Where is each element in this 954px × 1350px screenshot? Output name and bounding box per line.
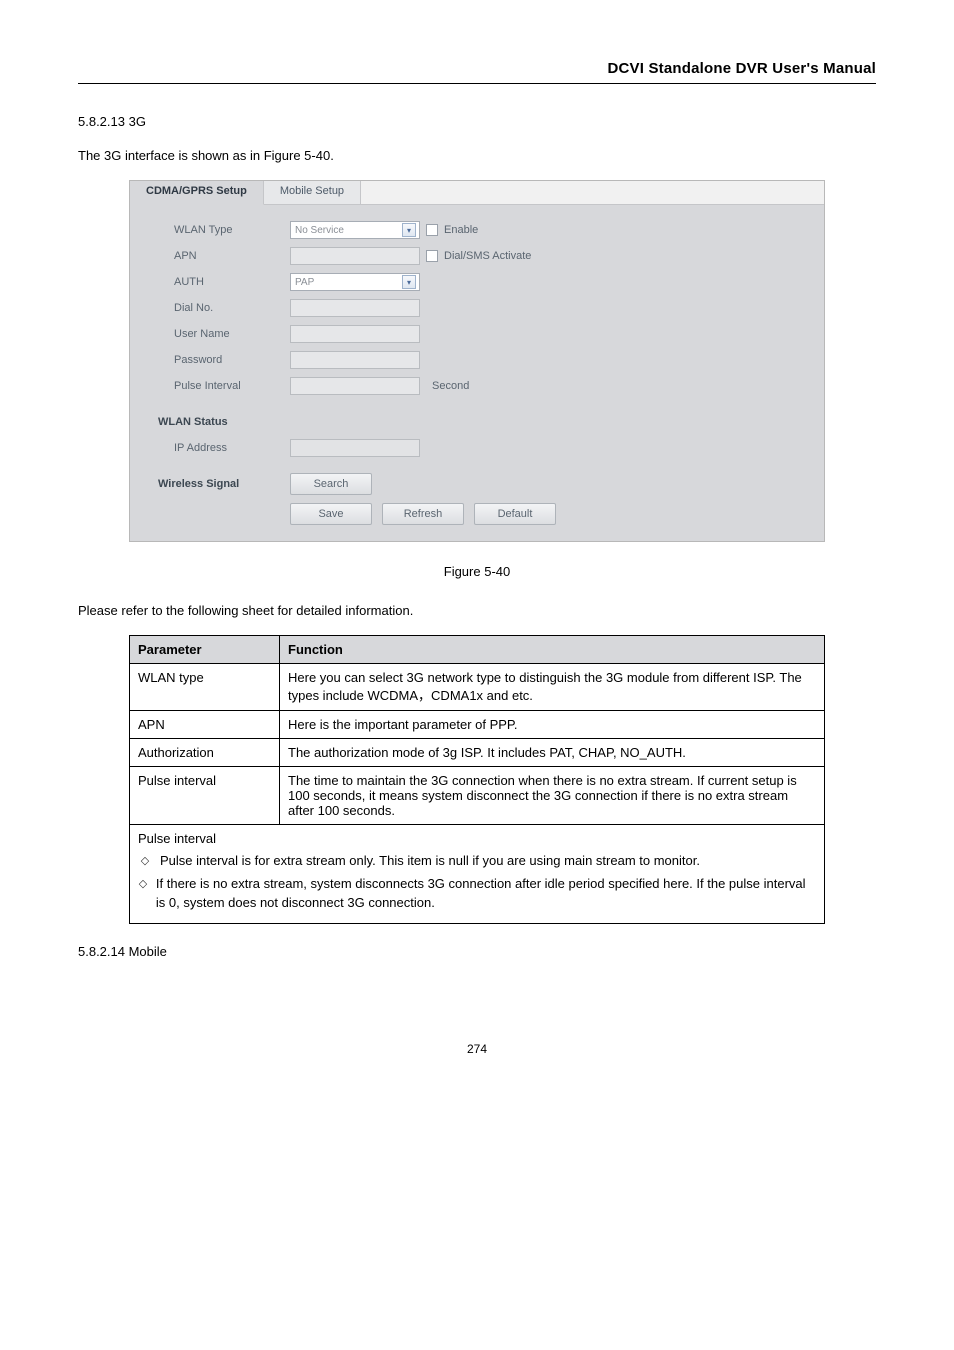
chevron-down-icon: ▾ [402,223,416,237]
table-row: APN Here is the important parameter of P… [130,711,825,739]
table-cell: Authorization [130,739,280,767]
tab-filler [361,181,824,205]
ip-address-field [290,439,420,457]
diamond-icon: ◇ [138,875,148,913]
label-wlan-status: WLAN Status [130,416,290,428]
label-user-name: User Name [130,328,290,340]
intro-text-c: . [330,148,334,163]
dial-sms-label: Dial/SMS Activate [444,250,531,262]
parameter-table: Parameter Function WLAN type Here you ca… [129,635,825,924]
intro-figure-ref: Figure 5-40 [264,148,330,163]
table-row: Pulse interval ◇ Pulse interval is for e… [130,825,825,924]
tab-mobile-setup[interactable]: Mobile Setup [264,181,361,205]
pulse-interval-unit: Second [432,380,469,392]
dial-no-input[interactable] [290,299,420,317]
table-row: Authorization The authorization mode of … [130,739,825,767]
diamond-icon: ◇ [138,852,152,871]
dial-sms-checkbox[interactable] [426,250,438,262]
table-header-parameter: Parameter [130,636,280,664]
next-section-number: 5.8.2.14 Mobile [78,942,876,962]
table-intro: Please refer to the following sheet for … [78,601,876,621]
header-rule [78,83,876,84]
merged-intro: Pulse interval [138,831,216,846]
auth-select[interactable]: PAP ▾ [290,273,420,291]
table-row: Pulse interval The time to maintain the … [130,767,825,825]
label-pulse-interval: Pulse Interval [130,380,290,392]
label-ip-address: IP Address [130,442,290,454]
pulse-interval-input[interactable] [290,377,420,395]
table-header-function: Function [280,636,825,664]
save-button[interactable]: Save [290,503,372,525]
label-auth: AUTH [130,276,290,288]
label-apn: APN [130,250,290,262]
list-item: Pulse interval is for extra stream only.… [160,852,700,871]
refresh-button[interactable]: Refresh [382,503,464,525]
list-item: If there is no extra stream, system disc… [156,875,816,913]
label-password: Password [130,354,290,366]
table-cell: The time to maintain the 3G connection w… [280,767,825,825]
label-dial-no: Dial No. [130,302,290,314]
tab-cdma-gprs[interactable]: CDMA/GPRS Setup [130,181,264,205]
table-header-row: Parameter Function [130,636,825,664]
page-number: 274 [78,1042,876,1056]
label-wireless-signal: Wireless Signal [130,478,290,490]
enable-checkbox[interactable] [426,224,438,236]
table-cell: Here is the important parameter of PPP. [280,711,825,739]
auth-value: PAP [295,277,314,288]
intro-text-a: The 3G interface is shown as in [78,148,264,163]
search-button[interactable]: Search [290,473,372,495]
page-title: DCVI Standalone DVR User's Manual [607,60,876,77]
default-button[interactable]: Default [474,503,556,525]
figure-caption: Figure 5-40 [78,564,876,579]
chevron-down-icon: ▾ [402,275,416,289]
section-number: 5.8.2.13 3G [78,112,876,132]
table-row: WLAN type Here you can select 3G network… [130,664,825,711]
wlan-type-value: No Service [295,225,344,236]
tab-bar: CDMA/GPRS Setup Mobile Setup [130,181,824,205]
table-cell: Here you can select 3G network type to d… [280,664,825,711]
table-cell: The authorization mode of 3g ISP. It inc… [280,739,825,767]
table-cell: Pulse interval [130,767,280,825]
label-wlan-type: WLAN Type [130,224,290,236]
table-cell: WLAN type [130,664,280,711]
table-merged-cell: Pulse interval ◇ Pulse interval is for e… [130,825,825,924]
screenshot-figure: CDMA/GPRS Setup Mobile Setup WLAN Type N… [129,180,825,542]
table-cell: APN [130,711,280,739]
user-name-input[interactable] [290,325,420,343]
intro-line: The 3G interface is shown as in Figure 5… [78,146,876,166]
enable-label: Enable [444,224,478,236]
wlan-type-select[interactable]: No Service ▾ [290,221,420,239]
apn-input[interactable] [290,247,420,265]
password-input[interactable] [290,351,420,369]
